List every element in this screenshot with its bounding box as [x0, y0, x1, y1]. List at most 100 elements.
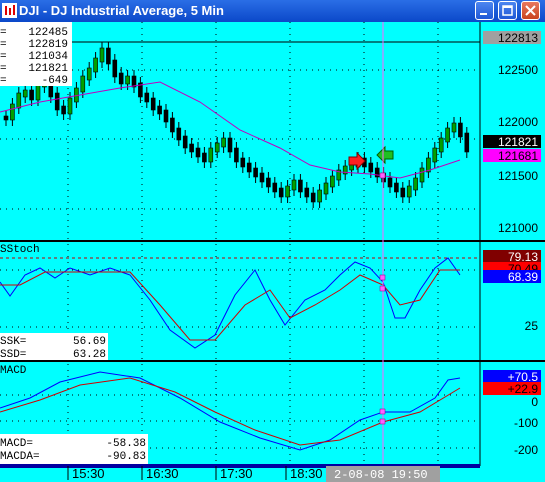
candle	[93, 52, 98, 78]
candle	[413, 172, 418, 196]
macd-panel-title: MACD	[0, 365, 27, 377]
chart-app-icon	[2, 3, 17, 18]
candle	[195, 142, 201, 163]
candle	[432, 142, 438, 168]
time-label: 18:30	[290, 466, 323, 481]
axis-label: 122813	[483, 31, 541, 45]
candle	[227, 132, 233, 158]
candle	[221, 132, 226, 153]
candle	[138, 77, 143, 103]
candle	[240, 152, 246, 173]
candle	[336, 164, 342, 186]
candle	[54, 87, 60, 116]
axis-label: 0	[531, 395, 538, 409]
candle	[163, 104, 169, 128]
candle	[317, 184, 322, 208]
candle	[368, 157, 374, 178]
time-label: 16:30	[146, 466, 179, 481]
ohlc-row-h-sign: =	[0, 39, 7, 51]
candle	[438, 132, 444, 158]
ohlc-row-l-sign: =	[0, 51, 7, 63]
axis-label: 121000	[498, 221, 538, 235]
candlesticks	[3, 42, 470, 208]
window-title: DJI - DJ Industrial Average, 5 Min	[19, 3, 224, 18]
svg-text:2-08-08 19:50: 2-08-08 19:50	[334, 468, 428, 482]
svg-text:121681: 121681	[498, 149, 538, 163]
axis-label: -100	[514, 416, 538, 430]
candle	[406, 180, 412, 203]
candle	[189, 138, 194, 158]
readout-value: 63.28	[73, 349, 106, 361]
close-icon	[525, 5, 536, 16]
readout-value: 56.69	[73, 336, 106, 348]
candle	[387, 172, 393, 193]
svg-text:68.39: 68.39	[508, 270, 538, 284]
candle	[298, 174, 303, 198]
axis-label: -200	[514, 443, 538, 457]
stoch-panel-title: SStoch	[0, 244, 40, 256]
candle	[99, 42, 105, 68]
svg-text:121500: 121500	[498, 169, 538, 183]
stoch-readout: SSK= 56.69 SSD= 63.28	[0, 333, 108, 361]
candle	[29, 84, 34, 106]
ohlc-row-c: 121821	[28, 63, 68, 75]
candle	[426, 152, 431, 178]
candle	[61, 100, 66, 120]
axis-label: +22.9	[483, 382, 541, 396]
axis-label: 121821	[483, 135, 541, 149]
candle	[176, 122, 182, 146]
candle	[106, 42, 111, 70]
candle	[458, 117, 463, 143]
axis-label: 122500	[498, 63, 538, 77]
candle	[202, 147, 207, 168]
candle	[394, 177, 399, 198]
candle	[272, 177, 278, 198]
readout-label: MACDA=	[0, 451, 40, 463]
grid	[0, 22, 480, 464]
minimize-button[interactable]	[475, 1, 494, 20]
candle	[144, 87, 150, 108]
svg-text:+22.9: +22.9	[508, 382, 539, 396]
axis-label: 121681	[483, 149, 541, 163]
candle	[86, 62, 92, 86]
time-axis: 15:30 16:30 17:30 18:30	[67, 466, 323, 481]
candle	[10, 98, 15, 126]
candle	[278, 182, 284, 203]
svg-text:0: 0	[531, 395, 538, 409]
readout-label: SSD=	[0, 349, 26, 361]
readout-label: SSK=	[0, 336, 26, 348]
candle	[304, 182, 310, 203]
candle	[16, 87, 22, 114]
svg-text:122500: 122500	[498, 63, 538, 77]
candle	[285, 180, 290, 203]
readout-value: -58.38	[106, 438, 146, 450]
candle	[464, 127, 470, 158]
candle	[131, 70, 137, 93]
candle	[22, 84, 28, 103]
candle	[118, 67, 124, 90]
ohlc-row-o-sign: =	[0, 27, 7, 39]
chart-area[interactable]: = 122485 = 122819 = 121034 = 121821 = -649 122813…	[0, 22, 545, 482]
macd-readout: MACD= -58.38 MACDA= -90.83	[0, 434, 148, 464]
maximize-icon	[502, 5, 513, 16]
candle	[291, 174, 297, 196]
candle	[400, 182, 406, 203]
candle	[170, 112, 175, 138]
svg-text:122000: 122000	[498, 115, 538, 129]
candle	[419, 162, 425, 188]
ohlc-row-o: 122485	[28, 27, 68, 39]
close-button[interactable]	[521, 1, 540, 20]
readout-value: -90.83	[106, 451, 146, 463]
svg-text:121821: 121821	[498, 135, 538, 149]
candle	[445, 122, 450, 148]
candle	[310, 187, 316, 208]
candle	[157, 100, 162, 120]
ohlc-row-l: 121034	[28, 51, 68, 63]
svg-text:-100: -100	[514, 416, 538, 430]
svg-text:-200: -200	[514, 443, 538, 457]
axis-label: 121500	[498, 169, 538, 183]
candle	[330, 170, 335, 193]
svg-text:121000: 121000	[498, 221, 538, 235]
cursor-time-label: 2-08-08 19:50	[326, 466, 440, 482]
maximize-button[interactable]	[498, 1, 517, 20]
